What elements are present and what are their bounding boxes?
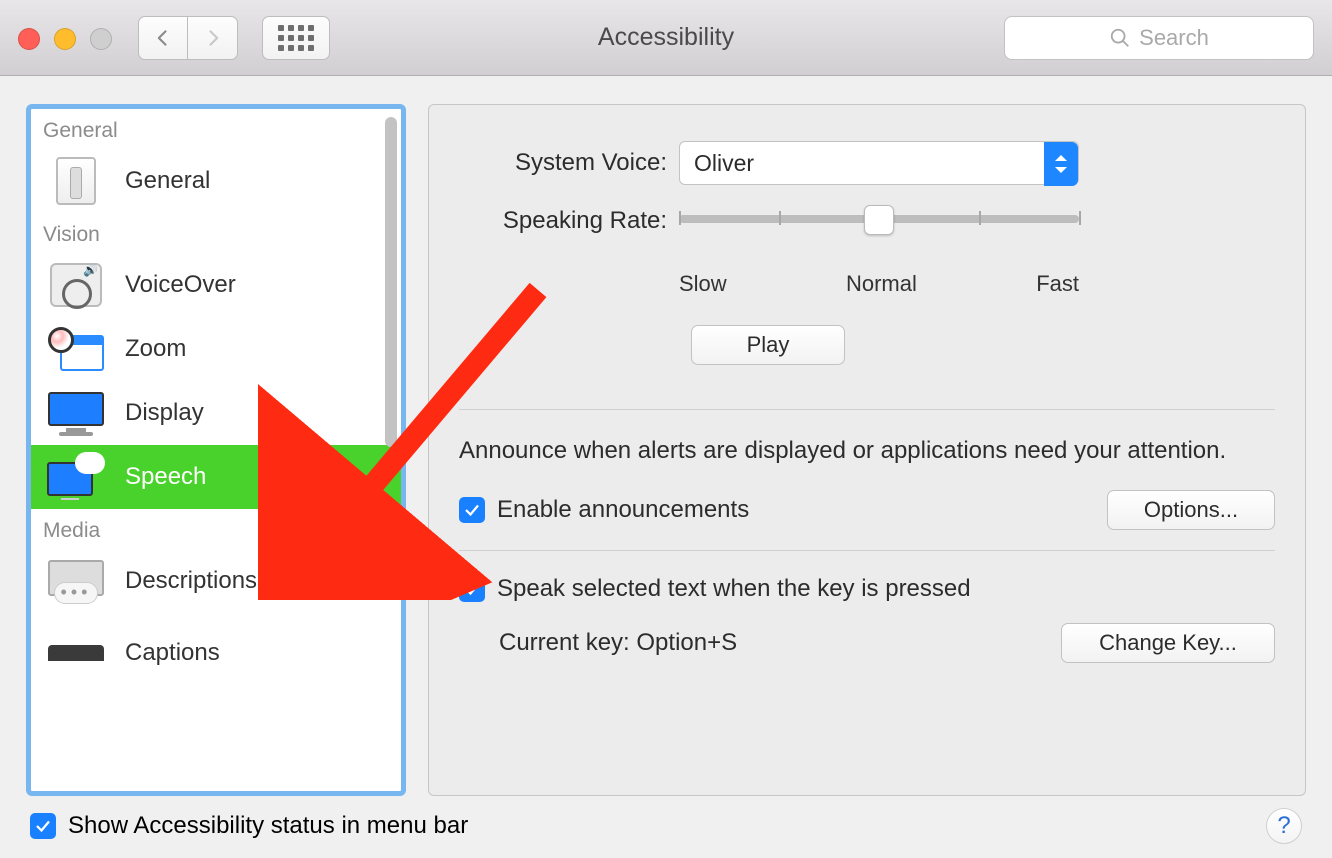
speaking-rate-slider[interactable] (679, 203, 1079, 247)
options-label: Options... (1144, 497, 1238, 523)
rate-normal-label: Normal (846, 271, 917, 297)
search-input[interactable]: Search (1004, 16, 1314, 60)
general-icon (45, 155, 107, 207)
speaking-rate-label: Speaking Rate: (459, 203, 679, 235)
speak-selected-checkbox[interactable] (459, 576, 485, 602)
show-all-button[interactable] (262, 16, 330, 60)
search-placeholder: Search (1139, 25, 1209, 51)
check-icon (34, 817, 52, 835)
rate-slow-label: Slow (679, 271, 727, 297)
search-icon (1109, 27, 1131, 49)
current-key-label: Current key: Option+S (499, 629, 737, 657)
check-icon (463, 501, 481, 519)
show-status-checkbox[interactable] (30, 813, 56, 839)
sidebar-item-speech[interactable]: Speech (31, 445, 401, 509)
speech-icon (45, 451, 107, 503)
check-icon (463, 580, 481, 598)
announce-description: Announce when alerts are displayed or ap… (459, 434, 1275, 468)
captions-icon (45, 627, 107, 679)
sidebar-item-descriptions[interactable]: Descriptions (31, 549, 401, 613)
play-button[interactable]: Play (691, 325, 845, 365)
footer: Show Accessibility status in menu bar ? (0, 796, 1332, 856)
rate-fast-label: Fast (1036, 271, 1079, 297)
sidebar-item-zoom[interactable]: Zoom (31, 317, 401, 381)
play-label: Play (747, 332, 790, 358)
sidebar-item-captions[interactable]: Captions (31, 613, 401, 685)
sidebar-item-general[interactable]: General (31, 149, 401, 213)
titlebar: Accessibility Search (0, 0, 1332, 76)
speak-selected-label: Speak selected text when the key is pres… (497, 575, 971, 603)
enable-announcements-label: Enable announcements (497, 496, 749, 524)
sidebar-item-label: Speech (125, 463, 206, 491)
nav-buttons (138, 16, 238, 60)
chevron-updown-icon (1044, 142, 1078, 186)
main-panel: System Voice: Oliver Speaking Rate: (428, 104, 1306, 796)
voiceover-icon (45, 259, 107, 311)
sidebar-item-label: Captions (125, 639, 220, 667)
system-voice-value: Oliver (694, 150, 754, 177)
descriptions-icon (45, 555, 107, 607)
system-voice-select[interactable]: Oliver (679, 141, 1079, 185)
divider (459, 409, 1275, 410)
close-button[interactable] (18, 28, 40, 50)
sidebar-item-label: Display (125, 399, 204, 427)
minimize-button[interactable] (54, 28, 76, 50)
change-key-button[interactable]: Change Key... (1061, 623, 1275, 663)
sidebar-item-label: Zoom (125, 335, 186, 363)
section-header-media: Media (31, 509, 401, 549)
grid-icon (278, 25, 314, 51)
sidebar: General General Vision VoiceOver Zoom Di… (26, 104, 406, 796)
forward-button[interactable] (188, 16, 238, 60)
change-key-label: Change Key... (1099, 630, 1237, 656)
traffic-lights (18, 28, 112, 50)
display-icon (45, 387, 107, 439)
back-button[interactable] (138, 16, 188, 60)
sidebar-item-display[interactable]: Display (31, 381, 401, 445)
divider (459, 550, 1275, 551)
scrollbar[interactable] (385, 117, 397, 447)
show-status-label: Show Accessibility status in menu bar (68, 812, 468, 840)
slider-thumb[interactable] (864, 205, 894, 235)
enable-announcements-checkbox[interactable] (459, 497, 485, 523)
system-voice-label: System Voice: (459, 149, 679, 177)
help-icon: ? (1277, 812, 1290, 840)
sidebar-item-label: Descriptions (125, 567, 257, 595)
help-button[interactable]: ? (1266, 808, 1302, 844)
window-title: Accessibility (598, 23, 734, 52)
section-header-vision: Vision (31, 213, 401, 253)
announcements-options-button[interactable]: Options... (1107, 490, 1275, 530)
zoom-button[interactable] (90, 28, 112, 50)
section-header-general: General (31, 109, 401, 149)
zoom-icon (45, 323, 107, 375)
sidebar-item-label: General (125, 167, 210, 195)
sidebar-item-label: VoiceOver (125, 271, 236, 299)
sidebar-item-voiceover[interactable]: VoiceOver (31, 253, 401, 317)
